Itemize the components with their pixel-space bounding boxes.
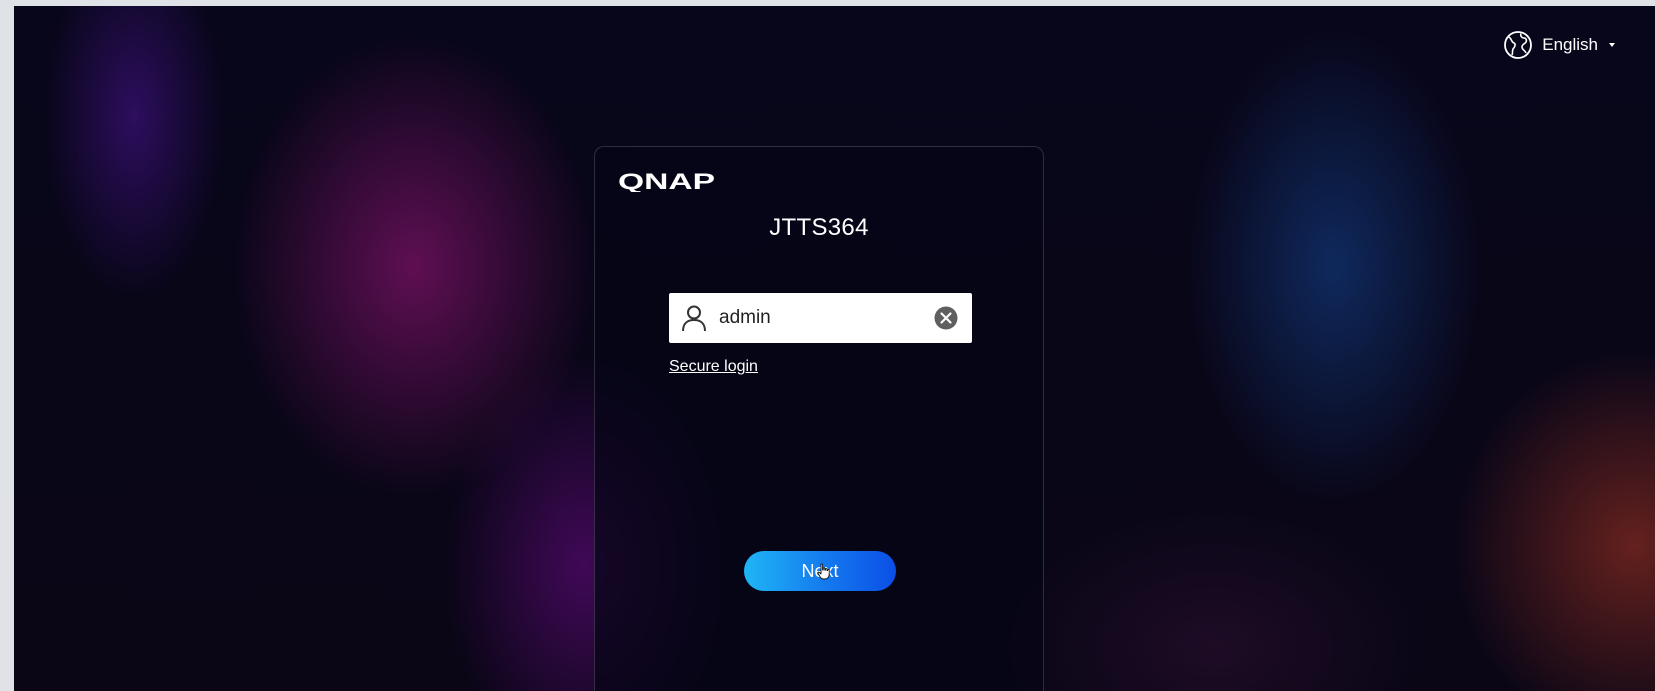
- username-input[interactable]: [719, 307, 919, 329]
- device-name: JTTS364: [769, 214, 869, 241]
- login-screen-background: English QNAP JTTS364 Secure login Next: [14, 6, 1655, 691]
- globe-icon: [1504, 31, 1533, 59]
- qnap-logo: QNAP: [618, 170, 715, 192]
- language-selector[interactable]: English: [1503, 30, 1615, 60]
- hand-cursor-icon: [817, 563, 830, 580]
- svg-text:QNAP: QNAP: [618, 170, 715, 192]
- user-icon: [682, 305, 706, 332]
- login-card: QNAP JTTS364 Secure login Next: [594, 146, 1044, 691]
- language-label: English: [1542, 35, 1598, 54]
- clear-circle-icon[interactable]: [934, 306, 958, 330]
- caret-down-icon: [1609, 43, 1615, 47]
- username-field[interactable]: [669, 293, 972, 343]
- secure-login-link[interactable]: Secure login: [669, 358, 758, 376]
